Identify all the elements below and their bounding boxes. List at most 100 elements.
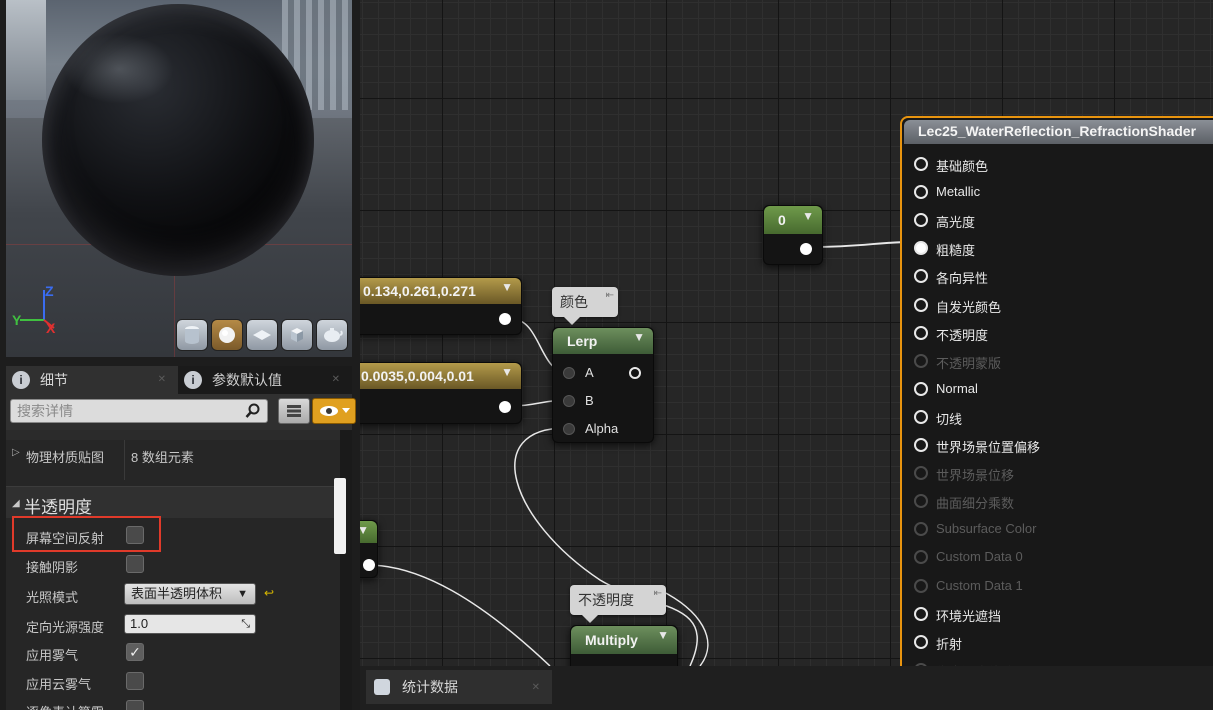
material-input-pin[interactable] xyxy=(914,634,928,649)
constant-node[interactable]: 0 ▼ xyxy=(763,205,823,265)
chevron-down-icon[interactable]: ▼ xyxy=(802,209,814,223)
teapot-icon xyxy=(324,328,343,342)
material-pin-label: 切线 xyxy=(936,411,963,427)
material-pin-label: Subsurface Color xyxy=(936,521,1037,537)
tab-close-icon[interactable]: ✕ xyxy=(532,682,540,693)
details-scrollbar-thumb[interactable] xyxy=(334,478,346,554)
tab-close-icon[interactable]: ✕ xyxy=(332,374,340,385)
sphere-preview-button[interactable] xyxy=(211,319,243,351)
plane-preview-button[interactable] xyxy=(246,319,278,351)
expand-arrow-icon[interactable]: ▷ xyxy=(12,447,20,458)
drag-resize-icon: ⤡ xyxy=(241,618,250,630)
material-pin-label: 粗糙度 xyxy=(936,243,976,259)
details-scrollbar-track[interactable] xyxy=(340,430,352,710)
multiply-node-title: Multiply xyxy=(585,632,638,648)
pin-icon[interactable]: ⇤ xyxy=(654,588,662,599)
apply-cloud-fog-checkbox[interactable] xyxy=(126,672,144,690)
lerp-input-a-pin[interactable] xyxy=(563,367,575,379)
grid-icon xyxy=(287,405,301,417)
lighting-mode-dropdown[interactable]: 表面半透明体积 ▼ xyxy=(124,583,256,605)
vector-param-1-output-pin[interactable] xyxy=(499,313,511,325)
tab-parameter-defaults[interactable]: i 参数默认值 ✕ xyxy=(178,366,352,394)
material-pin-label: 不透明蒙版 xyxy=(936,355,1002,371)
vector-param-node-1[interactable]: 0.134,0.261,0.271 ▼ xyxy=(360,277,522,335)
cylinder-preview-button[interactable] xyxy=(176,319,208,351)
lerp-input-alpha-pin[interactable] xyxy=(563,423,575,435)
comment-opacity[interactable]: 不透明度 ⇤ xyxy=(570,585,666,623)
info-icon: i xyxy=(12,371,30,389)
material-input-pin[interactable] xyxy=(914,466,928,481)
directional-light-value: 1.0 xyxy=(130,616,149,631)
lerp-node[interactable]: Lerp ▼ A B Alpha xyxy=(552,327,654,443)
bottom-panel: 统计数据 ✕ xyxy=(360,666,1213,710)
multiply-node-header: Multiply ▼ xyxy=(571,626,677,654)
per-pixel-fog-label: 逐像素计算雾 xyxy=(26,702,104,710)
constant-output-pin[interactable] xyxy=(800,243,812,255)
material-input-pin[interactable] xyxy=(914,297,928,312)
visibility-filter-button[interactable] xyxy=(312,398,356,424)
preview-shape-toolbar xyxy=(176,319,348,351)
comment-color[interactable]: 颜色 ⇤ xyxy=(552,287,618,325)
partial-node-header: ▼ xyxy=(360,521,377,543)
pin-icon[interactable]: ⇤ xyxy=(606,290,614,301)
collapse-arrow-icon: ◢ xyxy=(12,498,20,509)
material-input-pin[interactable] xyxy=(914,409,928,424)
material-input-pin[interactable] xyxy=(914,578,928,593)
vector-param-2-output-pin[interactable] xyxy=(499,401,511,413)
material-pin-label: 不透明度 xyxy=(936,327,989,343)
partial-node-output-pin[interactable] xyxy=(363,559,375,571)
directional-light-input[interactable]: 1.0 ⤡ xyxy=(124,614,256,634)
material-input-pin[interactable] xyxy=(914,241,928,256)
material-input-pin[interactable] xyxy=(914,381,928,396)
phys-material-map-row[interactable]: ▷ 物理材质贴图 8 数组元素 xyxy=(6,440,340,468)
material-input-pin[interactable] xyxy=(914,353,928,368)
environment-building-left xyxy=(6,0,46,100)
material-input-pin[interactable] xyxy=(914,157,928,171)
tab-close-icon[interactable]: ✕ xyxy=(158,374,166,385)
contact-shadow-checkbox[interactable] xyxy=(126,555,144,573)
chevron-down-icon[interactable]: ▼ xyxy=(501,280,513,294)
multiply-node[interactable]: Multiply ▼ xyxy=(570,625,678,666)
reset-to-default-icon[interactable]: ↩ xyxy=(264,586,274,600)
cube-preview-button[interactable] xyxy=(281,319,313,351)
material-pin-label: Custom Data 0 xyxy=(936,549,1023,565)
material-input-pin[interactable] xyxy=(914,438,928,452)
phys-material-map-value: 8 数组元素 xyxy=(131,450,194,465)
tab-stats[interactable]: 统计数据 ✕ xyxy=(366,670,552,704)
material-input-pin[interactable] xyxy=(914,550,928,565)
vector-param-node-2[interactable]: 0.0035,0.004,0.01 ▼ xyxy=(360,362,522,424)
sphere-highlight xyxy=(64,34,174,104)
lerp-output-pin[interactable] xyxy=(629,367,641,379)
custom-mesh-preview-button[interactable] xyxy=(316,319,348,351)
material-input-pin[interactable] xyxy=(914,269,928,284)
per-pixel-fog-checkbox[interactable] xyxy=(126,700,144,710)
apply-fog-checkbox[interactable]: ✓ xyxy=(126,643,144,661)
search-icon[interactable] xyxy=(245,403,261,419)
translucency-section-header[interactable]: ◢ 半透明度 xyxy=(6,486,340,518)
view-options-grid-button[interactable] xyxy=(278,398,310,424)
lerp-input-b-pin[interactable] xyxy=(563,395,575,407)
directional-light-row: 定向光源强度 1.0 ⤡ xyxy=(6,610,340,638)
chevron-down-icon[interactable]: ▼ xyxy=(501,365,513,379)
plane-icon xyxy=(253,330,271,340)
material-input-pin[interactable] xyxy=(914,494,928,509)
tab-details[interactable]: i 细节 ✕ xyxy=(6,366,178,394)
apply-fog-label: 应用雾气 xyxy=(26,648,79,663)
lerp-input-a-label: A xyxy=(585,365,594,380)
chevron-down-icon[interactable]: ▼ xyxy=(633,330,645,344)
material-input-pin[interactable] xyxy=(914,325,928,340)
material-input-pin[interactable] xyxy=(914,522,928,537)
material-result-node[interactable]: Lec25_WaterReflection_RefractionShader 基… xyxy=(900,116,1213,666)
search-input[interactable] xyxy=(11,400,231,422)
phys-material-map-label: 物理材质贴图 xyxy=(26,450,105,465)
partial-node[interactable]: ▼ xyxy=(360,520,378,578)
material-input-pin[interactable] xyxy=(914,213,928,228)
chevron-down-icon[interactable]: ▼ xyxy=(657,628,669,642)
material-input-pin[interactable] xyxy=(914,185,928,200)
comment-opacity-text: 不透明度 xyxy=(578,592,634,608)
material-graph-canvas[interactable]: 0 ▼ 0.134,0.261,0.271 ▼ 0.0035,0.004,0.0… xyxy=(360,0,1213,666)
material-input-pin[interactable] xyxy=(914,606,928,621)
chevron-down-icon[interactable]: ▼ xyxy=(360,523,369,537)
preview-viewport[interactable]: Z Y X xyxy=(6,0,352,357)
material-pin-label: Metallic xyxy=(936,184,981,200)
